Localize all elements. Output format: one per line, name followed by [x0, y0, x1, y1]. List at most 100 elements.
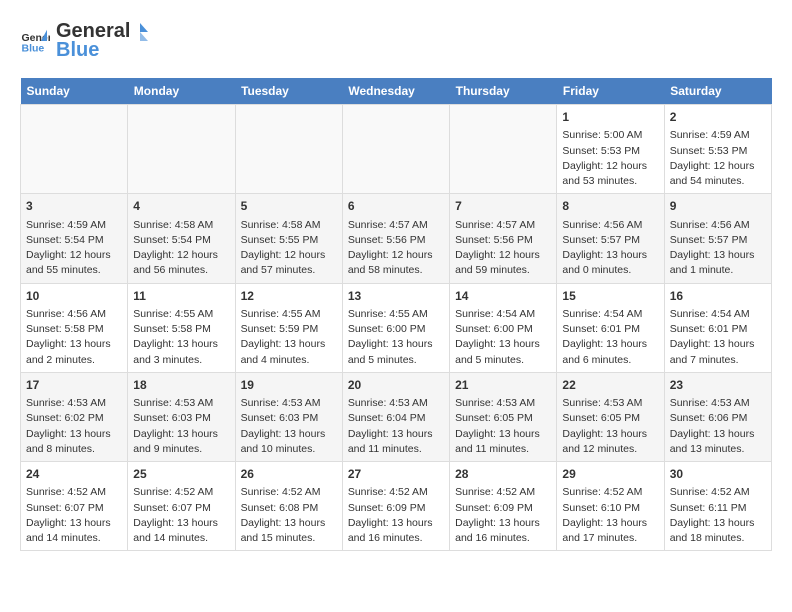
day-number: 2 — [670, 109, 766, 126]
day-info: Sunrise: 4:56 AM Sunset: 5:57 PM Dayligh… — [670, 218, 766, 279]
calendar-cell: 14 Sunrise: 4:54 AM Sunset: 6:00 PM Dayli… — [450, 283, 557, 372]
calendar-cell: 5 Sunrise: 4:58 AM Sunset: 5:55 PM Daylig… — [235, 194, 342, 283]
calendar-cell: 4 Sunrise: 4:58 AM Sunset: 5:54 PM Daylig… — [128, 194, 235, 283]
day-info: Sunrise: 4:53 AM Sunset: 6:05 PM Dayligh… — [562, 396, 658, 457]
day-number: 10 — [26, 288, 122, 305]
day-number: 20 — [348, 377, 444, 394]
day-number: 8 — [562, 198, 658, 215]
calendar-cell: 24 Sunrise: 4:52 AM Sunset: 6:07 PM Dayli… — [21, 462, 128, 551]
calendar-week-row: 1Sunrise: 5:00 AM Sunset: 5:53 PM Daylig… — [21, 105, 772, 194]
calendar-cell: 28 Sunrise: 4:52 AM Sunset: 6:09 PM Dayli… — [450, 462, 557, 551]
day-info: Sunrise: 4:52 AM Sunset: 6:07 PM Dayligh… — [133, 485, 229, 546]
calendar-cell — [128, 105, 235, 194]
day-number: 13 — [348, 288, 444, 305]
day-number: 21 — [455, 377, 551, 394]
day-number: 15 — [562, 288, 658, 305]
calendar-cell: 26 Sunrise: 4:52 AM Sunset: 6:08 PM Dayli… — [235, 462, 342, 551]
weekday-header: Thursday — [450, 78, 557, 105]
calendar-cell: 7 Sunrise: 4:57 AM Sunset: 5:56 PM Daylig… — [450, 194, 557, 283]
calendar-cell: 23 Sunrise: 4:53 AM Sunset: 6:06 PM Dayli… — [664, 372, 771, 461]
calendar-cell: 8 Sunrise: 4:56 AM Sunset: 5:57 PM Daylig… — [557, 194, 664, 283]
day-info: Sunrise: 4:52 AM Sunset: 6:11 PM Dayligh… — [670, 485, 766, 546]
day-number: 14 — [455, 288, 551, 305]
calendar-cell: 30 Sunrise: 4:52 AM Sunset: 6:11 PM Dayli… — [664, 462, 771, 551]
day-info: Sunrise: 4:54 AM Sunset: 6:01 PM Dayligh… — [562, 307, 658, 368]
day-info: Sunrise: 4:58 AM Sunset: 5:55 PM Dayligh… — [241, 218, 337, 279]
day-info: Sunrise: 4:56 AM Sunset: 5:58 PM Dayligh… — [26, 307, 122, 368]
day-number: 5 — [241, 198, 337, 215]
day-number: 27 — [348, 466, 444, 483]
day-info: Sunrise: 4:55 AM Sunset: 5:59 PM Dayligh… — [241, 307, 337, 368]
calendar-week-row: 17 Sunrise: 4:53 AM Sunset: 6:02 PM Dayli… — [21, 372, 772, 461]
day-number: 22 — [562, 377, 658, 394]
calendar-cell: 11 Sunrise: 4:55 AM Sunset: 5:58 PM Dayli… — [128, 283, 235, 372]
day-number: 25 — [133, 466, 229, 483]
calendar-cell: 12 Sunrise: 4:55 AM Sunset: 5:59 PM Dayli… — [235, 283, 342, 372]
day-number: 3 — [26, 198, 122, 215]
weekday-header: Monday — [128, 78, 235, 105]
calendar-cell: 21Sunrise: 4:53 AM Sunset: 6:05 PM Dayli… — [450, 372, 557, 461]
calendar-cell: 9Sunrise: 4:56 AM Sunset: 5:57 PM Daylig… — [664, 194, 771, 283]
day-info: Sunrise: 4:59 AM Sunset: 5:54 PM Dayligh… — [26, 218, 122, 279]
day-number: 19 — [241, 377, 337, 394]
calendar-header-row: SundayMondayTuesdayWednesdayThursdayFrid… — [21, 78, 772, 105]
day-info: Sunrise: 4:52 AM Sunset: 6:10 PM Dayligh… — [562, 485, 658, 546]
day-info: Sunrise: 4:59 AM Sunset: 5:53 PM Dayligh… — [670, 128, 766, 189]
weekday-header: Wednesday — [342, 78, 449, 105]
logo: General Blue General Blue — [20, 20, 152, 62]
header: General Blue General Blue — [20, 20, 772, 62]
calendar-cell: 15 Sunrise: 4:54 AM Sunset: 6:01 PM Dayli… — [557, 283, 664, 372]
calendar-cell: 16 Sunrise: 4:54 AM Sunset: 6:01 PM Dayli… — [664, 283, 771, 372]
logo-icon: General Blue — [20, 26, 50, 56]
day-info: Sunrise: 4:54 AM Sunset: 6:00 PM Dayligh… — [455, 307, 551, 368]
day-number: 7 — [455, 198, 551, 215]
day-info: Sunrise: 4:57 AM Sunset: 5:56 PM Dayligh… — [455, 218, 551, 279]
calendar-cell: 3 Sunrise: 4:59 AM Sunset: 5:54 PM Daylig… — [21, 194, 128, 283]
day-info: Sunrise: 4:57 AM Sunset: 5:56 PM Dayligh… — [348, 218, 444, 279]
day-info: Sunrise: 4:58 AM Sunset: 5:54 PM Dayligh… — [133, 218, 229, 279]
day-info: Sunrise: 4:52 AM Sunset: 6:07 PM Dayligh… — [26, 485, 122, 546]
day-info: Sunrise: 4:56 AM Sunset: 5:57 PM Dayligh… — [562, 218, 658, 279]
day-number: 17 — [26, 377, 122, 394]
calendar-cell: 27 Sunrise: 4:52 AM Sunset: 6:09 PM Dayli… — [342, 462, 449, 551]
day-info: Sunrise: 4:52 AM Sunset: 6:09 PM Dayligh… — [348, 485, 444, 546]
calendar-cell: 6Sunrise: 4:57 AM Sunset: 5:56 PM Daylig… — [342, 194, 449, 283]
day-number: 4 — [133, 198, 229, 215]
calendar-cell: 25 Sunrise: 4:52 AM Sunset: 6:07 PM Dayli… — [128, 462, 235, 551]
weekday-header: Sunday — [21, 78, 128, 105]
day-info: Sunrise: 4:55 AM Sunset: 5:58 PM Dayligh… — [133, 307, 229, 368]
calendar-week-row: 10 Sunrise: 4:56 AM Sunset: 5:58 PM Dayli… — [21, 283, 772, 372]
calendar-cell — [342, 105, 449, 194]
weekday-header: Friday — [557, 78, 664, 105]
calendar-cell — [235, 105, 342, 194]
day-number: 1 — [562, 109, 658, 126]
day-info: Sunrise: 4:53 AM Sunset: 6:02 PM Dayligh… — [26, 396, 122, 457]
day-number: 12 — [241, 288, 337, 305]
day-number: 16 — [670, 288, 766, 305]
calendar-week-row: 24 Sunrise: 4:52 AM Sunset: 6:07 PM Dayli… — [21, 462, 772, 551]
day-number: 24 — [26, 466, 122, 483]
day-number: 29 — [562, 466, 658, 483]
calendar-cell: 17 Sunrise: 4:53 AM Sunset: 6:02 PM Dayli… — [21, 372, 128, 461]
day-info: Sunrise: 4:52 AM Sunset: 6:09 PM Dayligh… — [455, 485, 551, 546]
day-info: Sunrise: 4:55 AM Sunset: 6:00 PM Dayligh… — [348, 307, 444, 368]
day-number: 23 — [670, 377, 766, 394]
svg-text:Blue: Blue — [22, 43, 45, 55]
calendar-cell: 18Sunrise: 4:53 AM Sunset: 6:03 PM Dayli… — [128, 372, 235, 461]
day-number: 28 — [455, 466, 551, 483]
day-number: 30 — [670, 466, 766, 483]
weekday-header: Tuesday — [235, 78, 342, 105]
day-number: 11 — [133, 288, 229, 305]
day-number: 18 — [133, 377, 229, 394]
day-info: Sunrise: 4:52 AM Sunset: 6:08 PM Dayligh… — [241, 485, 337, 546]
calendar-cell: 20Sunrise: 4:53 AM Sunset: 6:04 PM Dayli… — [342, 372, 449, 461]
calendar-cell: 1Sunrise: 5:00 AM Sunset: 5:53 PM Daylig… — [557, 105, 664, 194]
day-number: 26 — [241, 466, 337, 483]
calendar-cell: 10 Sunrise: 4:56 AM Sunset: 5:58 PM Dayli… — [21, 283, 128, 372]
calendar-cell: 29 Sunrise: 4:52 AM Sunset: 6:10 PM Dayli… — [557, 462, 664, 551]
day-info: Sunrise: 4:53 AM Sunset: 6:06 PM Dayligh… — [670, 396, 766, 457]
calendar-cell: 22 Sunrise: 4:53 AM Sunset: 6:05 PM Dayli… — [557, 372, 664, 461]
calendar-cell — [450, 105, 557, 194]
calendar-cell — [21, 105, 128, 194]
day-info: Sunrise: 4:54 AM Sunset: 6:01 PM Dayligh… — [670, 307, 766, 368]
